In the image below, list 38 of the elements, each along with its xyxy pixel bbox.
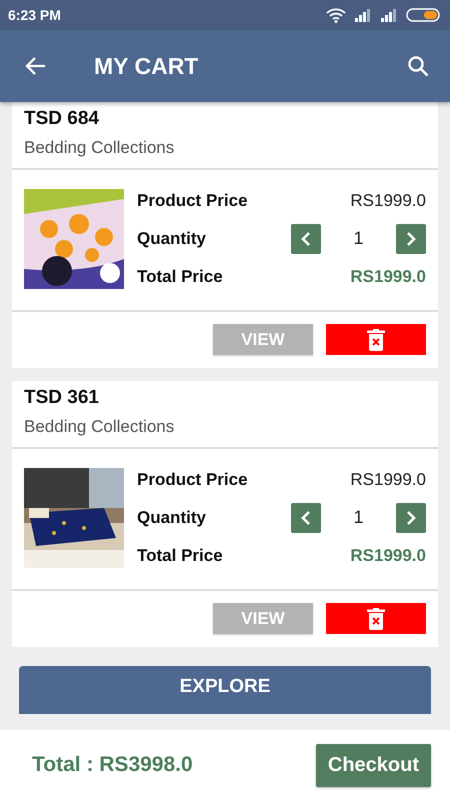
price-label: Product Price (137, 190, 249, 211)
product-category: Bedding Collections (24, 138, 176, 158)
battery-icon (406, 8, 440, 22)
quantity-label: Quantity (137, 228, 207, 249)
explore-button[interactable]: EXPLORE (19, 666, 431, 714)
checkout-button[interactable]: Checkout (316, 744, 431, 786)
cart-total: Total : RS3998.0 (32, 753, 193, 777)
product-code: TSD 684 (24, 108, 100, 130)
delete-button[interactable] (326, 603, 426, 634)
chevron-left-icon (301, 232, 311, 246)
total-price: RS1999.0 (350, 267, 426, 288)
product-price: RS1999.0 (350, 190, 426, 211)
signal-icon (354, 8, 372, 22)
decrease-button[interactable] (291, 502, 321, 533)
price-label: Product Price (137, 470, 249, 490)
total-price: RS1999.0 (350, 546, 426, 566)
status-time: 6:23 PM (8, 7, 61, 23)
product-category: Bedding Collections (24, 417, 176, 437)
signal-icon (380, 8, 398, 22)
quantity-value: 1 (352, 228, 364, 250)
decrease-button[interactable] (291, 224, 321, 254)
trash-icon (367, 328, 385, 350)
total-price-label: Total Price (137, 546, 224, 566)
wifi-icon (326, 7, 346, 23)
product-code: TSD 361 (24, 387, 100, 409)
chevron-right-icon (406, 510, 416, 525)
search-icon (406, 54, 430, 78)
chevron-left-icon (301, 510, 311, 525)
screen-title: MY CART (94, 52, 200, 80)
chevron-right-icon (406, 232, 416, 246)
quantity-label: Quantity (137, 508, 207, 528)
trash-icon (367, 608, 385, 630)
total-price-label: Total Price (137, 267, 224, 288)
increase-button[interactable] (396, 224, 426, 254)
product-price: RS1999.0 (350, 470, 426, 490)
delete-button[interactable] (326, 324, 426, 355)
increase-button[interactable] (396, 502, 426, 533)
quantity-value: 1 (352, 507, 364, 528)
